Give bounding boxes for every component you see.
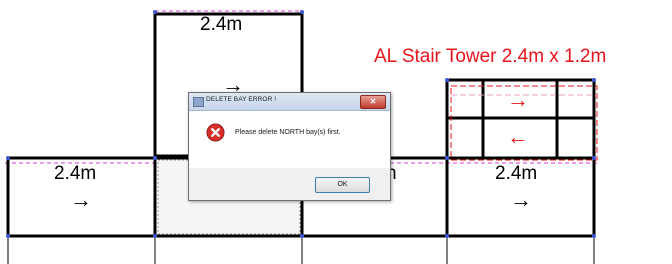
node[interactable] — [592, 156, 596, 160]
dialog-titlebar[interactable]: DELETE BAY ERROR ! ✕ — [189, 93, 390, 111]
node[interactable] — [300, 234, 304, 238]
left-bay-dimension: 2.4m — [54, 163, 97, 184]
node[interactable] — [153, 234, 157, 238]
right-bay-arrow: → — [510, 187, 532, 212]
node[interactable] — [592, 234, 596, 238]
dialog-body: Please delete NORTH bay(s) first. — [189, 111, 390, 168]
node[interactable] — [445, 78, 449, 82]
node[interactable] — [153, 156, 157, 160]
node[interactable] — [6, 156, 10, 160]
error-icon — [206, 123, 225, 142]
left-bay-arrow: → — [70, 187, 92, 212]
ok-button[interactable]: OK — [315, 177, 370, 193]
dialog-title: DELETE BAY ERROR ! — [206, 96, 277, 103]
node[interactable] — [592, 78, 596, 82]
close-button[interactable]: ✕ — [360, 95, 386, 109]
node[interactable] — [6, 234, 10, 238]
node[interactable] — [300, 10, 304, 14]
stair-tower-label: AL Stair Tower 2.4m x 1.2m — [374, 46, 607, 67]
node[interactable] — [445, 156, 449, 160]
dialog-footer: OK — [189, 168, 390, 200]
stair-up-arrow: → — [507, 87, 529, 112]
delete-bay-error-dialog: DELETE BAY ERROR ! ✕ Please delete NORTH… — [188, 92, 391, 201]
node[interactable] — [445, 234, 449, 238]
window-icon — [193, 97, 204, 107]
stair-down-arrow: ← — [507, 124, 529, 149]
right-bay-dimension: 2.4m — [495, 163, 538, 184]
node[interactable] — [153, 10, 157, 14]
north-bay-dimension: 2.4m — [200, 14, 243, 35]
dialog-message: Please delete NORTH bay(s) first. — [235, 129, 341, 136]
